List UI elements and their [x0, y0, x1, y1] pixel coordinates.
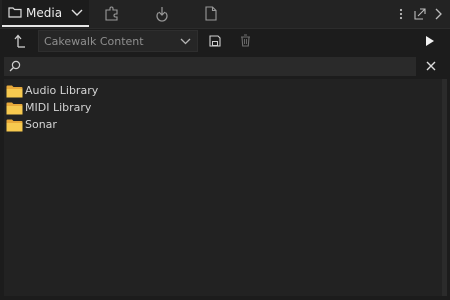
- vertical-scrollbar[interactable]: [442, 79, 447, 296]
- search-input[interactable]: [4, 57, 416, 76]
- folder-icon: [6, 119, 23, 132]
- toolbar: Cakewalk Content: [0, 29, 450, 55]
- folder-icon: [6, 85, 23, 98]
- folder-icon: [8, 6, 22, 18]
- location-dropdown[interactable]: Cakewalk Content: [38, 30, 198, 52]
- media-browser-list[interactable]: Audio Library MIDI Library Sonar: [4, 79, 442, 296]
- search-icon: [9, 60, 21, 72]
- list-item-midi-library[interactable]: MIDI Library: [4, 99, 204, 116]
- tab-bar: Media: [0, 0, 450, 29]
- folder-icon: [6, 102, 23, 115]
- list-item-label: Sonar: [25, 118, 57, 131]
- play-icon[interactable]: [425, 35, 435, 47]
- location-value: Cakewalk Content: [44, 35, 144, 48]
- list-item-label: MIDI Library: [25, 101, 92, 114]
- chevron-down-icon[interactable]: [71, 9, 83, 17]
- trash-icon[interactable]: [240, 34, 251, 47]
- plugin-puzzle-icon[interactable]: [104, 6, 120, 21]
- list-item-audio-library[interactable]: Audio Library: [4, 82, 204, 99]
- chevron-down-icon: [180, 38, 191, 45]
- save-icon[interactable]: [209, 35, 221, 47]
- close-icon[interactable]: [424, 59, 438, 73]
- list-item-label: Audio Library: [25, 84, 99, 97]
- tab-media[interactable]: Media: [2, 0, 89, 27]
- more-vert-icon[interactable]: [399, 8, 403, 20]
- chevron-right-icon[interactable]: [434, 8, 442, 20]
- up-arrow-icon[interactable]: [14, 34, 26, 48]
- document-icon[interactable]: [205, 6, 217, 21]
- float-window-icon[interactable]: [414, 8, 426, 20]
- cloud-download-icon[interactable]: [154, 6, 170, 22]
- tab-media-label: Media: [26, 6, 63, 20]
- list-item-sonar[interactable]: Sonar: [4, 116, 204, 133]
